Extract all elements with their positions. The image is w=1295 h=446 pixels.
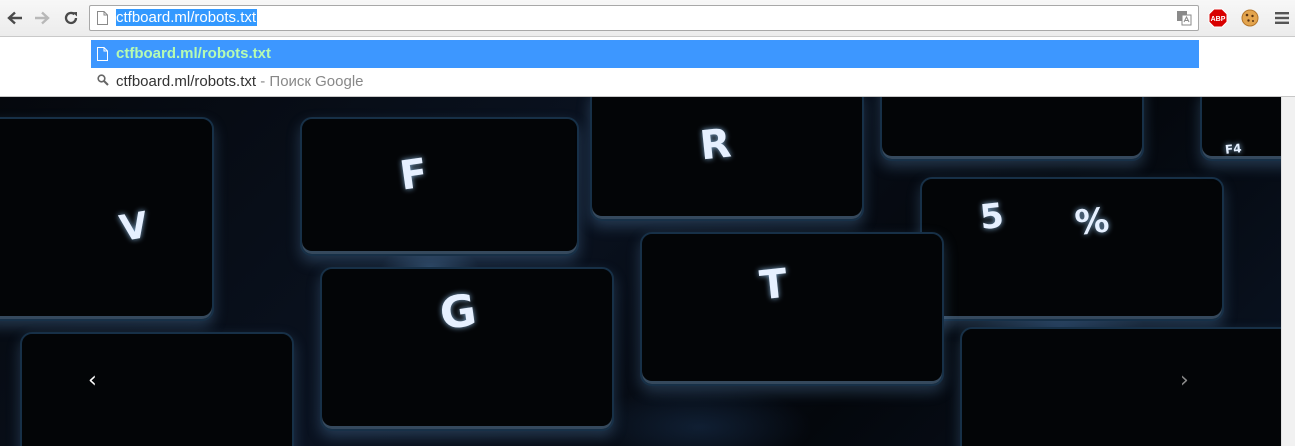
- key-label: F4: [1224, 141, 1243, 157]
- address-bar[interactable]: ctfboard.ml/robots.txt: [89, 5, 1199, 31]
- keyboard-key: [0, 117, 214, 321]
- key-label: G: [436, 284, 480, 341]
- key-label: T: [757, 260, 790, 310]
- keyboard-key: [960, 327, 1281, 446]
- arrow-right-icon: [35, 11, 50, 25]
- keyboard-key: [300, 117, 579, 256]
- suggestion-query: ctfboard.ml/robots.txt: [116, 73, 257, 90]
- carousel-next-button[interactable]: ›: [1180, 368, 1189, 393]
- arrow-left-icon: [7, 11, 22, 25]
- hamburger-menu-icon: [1275, 12, 1289, 24]
- abp-label: ABP: [1211, 16, 1226, 23]
- cookie-icon: [1241, 9, 1259, 27]
- key-label: 5: [977, 195, 1006, 239]
- keyboard-key: [920, 177, 1224, 321]
- suggestion-separator: -: [256, 73, 270, 90]
- suggestion-search-provider: Поиск Google: [269, 73, 364, 90]
- reload-icon: [64, 11, 78, 25]
- adblock-plus-button[interactable]: ABP: [1208, 8, 1228, 28]
- suggestion-url[interactable]: ctfboard.ml/robots.txt: [91, 40, 1199, 68]
- cookie-extension-button[interactable]: [1240, 8, 1260, 28]
- search-icon: [97, 74, 109, 86]
- address-text: ctfboard.ml/robots.txt: [116, 9, 258, 27]
- suggestion-url-text: ctfboard.ml/robots.txt: [116, 45, 272, 62]
- chrome-menu-button[interactable]: [1272, 8, 1292, 28]
- browser-toolbar: ctfboard.ml/robots.txt ABP: [0, 0, 1295, 37]
- suggestion-search[interactable]: ctfboard.ml/robots.txt - Поиск Google: [91, 68, 1199, 96]
- suggestion-search-text: ctfboard.ml/robots.txt - Поиск Google: [116, 73, 364, 91]
- omnibox-suggestions: ctfboard.ml/robots.txt ctfboard.ml/robot…: [0, 37, 1295, 97]
- keyboard-key: [20, 332, 294, 446]
- reload-button[interactable]: [60, 7, 82, 29]
- page-icon: [97, 11, 108, 25]
- carousel-hero-image: F R V G T 5 % F4 ‹ ›: [0, 97, 1281, 446]
- keyboard-key: [640, 232, 944, 386]
- keyboard-key: [880, 97, 1144, 161]
- address-url: ctfboard.ml/robots.txt: [116, 9, 258, 26]
- forward-button[interactable]: [31, 7, 53, 29]
- adblock-plus-icon: ABP: [1208, 8, 1228, 28]
- carousel-prev-button[interactable]: ‹: [88, 368, 97, 393]
- key-label: R: [697, 120, 734, 170]
- translate-icon[interactable]: [1176, 10, 1192, 26]
- page-icon: [97, 47, 108, 61]
- key-label: %: [1073, 200, 1112, 244]
- page-scrollbar[interactable]: [1281, 97, 1295, 446]
- back-button[interactable]: [4, 7, 26, 29]
